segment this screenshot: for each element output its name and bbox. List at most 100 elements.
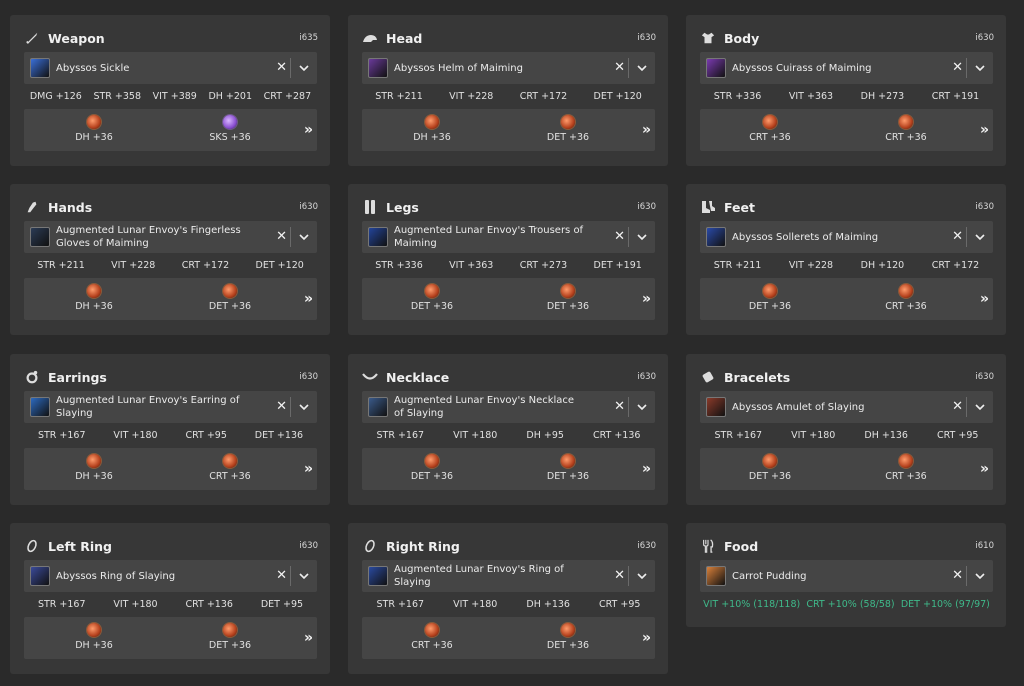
clear-item-button[interactable]: ✕ (276, 60, 287, 75)
chevron-down-icon[interactable] (973, 61, 987, 75)
slot-header: Body i630 (700, 28, 994, 48)
materia-icon (561, 284, 575, 298)
materia-slot[interactable]: DET +36 (402, 284, 462, 312)
chevron-down-icon[interactable] (297, 61, 311, 75)
materia-slot[interactable]: DET +36 (538, 623, 598, 651)
clear-item-button[interactable]: ✕ (952, 229, 963, 244)
gauntlet-icon (24, 199, 40, 215)
expand-materia-button[interactable]: » (980, 461, 989, 477)
expand-materia-button[interactable]: » (304, 461, 313, 477)
stat-value: DET +191 (593, 260, 642, 271)
materia-row: DH +36 DET +36 » (24, 278, 317, 320)
materia-label: CRT +36 (885, 471, 927, 482)
slot-header: Earrings i630 (24, 367, 318, 387)
materia-slot[interactable]: DH +36 (64, 623, 124, 651)
chevron-down-icon[interactable] (635, 230, 649, 244)
chevron-down-icon[interactable] (635, 569, 649, 583)
stat-value: VIT +180 (791, 430, 836, 441)
item-selector[interactable]: Carrot Pudding ✕ (700, 560, 993, 592)
clear-item-button[interactable]: ✕ (952, 399, 963, 414)
item-selector[interactable]: Abyssos Ring of Slaying ✕ (24, 560, 317, 592)
item-selector[interactable]: Augmented Lunar Envoy's Earring of Slayi… (24, 391, 317, 423)
materia-label: CRT +36 (885, 132, 927, 143)
materia-icon (87, 284, 101, 298)
materia-slot[interactable]: DET +36 (538, 115, 598, 143)
slot-header: Necklace i630 (362, 367, 656, 387)
clear-item-button[interactable]: ✕ (952, 60, 963, 75)
item-selector[interactable]: Augmented Lunar Envoy's Trousers of Maim… (362, 221, 655, 253)
slot-title: Earrings (48, 369, 107, 385)
materia-slot[interactable]: DH +36 (64, 454, 124, 482)
chevron-down-icon[interactable] (635, 400, 649, 414)
clear-item-button[interactable]: ✕ (614, 229, 625, 244)
chevron-down-icon[interactable] (297, 400, 311, 414)
stat-value: CRT +172 (931, 260, 980, 271)
expand-materia-button[interactable]: » (642, 461, 651, 477)
materia-slot[interactable]: DET +36 (538, 454, 598, 482)
item-selector[interactable]: Augmented Lunar Envoy's Ring of Slaying … (362, 560, 655, 592)
materia-icon (899, 284, 913, 298)
item-thumbnail (706, 566, 726, 586)
item-selector[interactable]: Abyssos Amulet of Slaying ✕ (700, 391, 993, 423)
expand-materia-button[interactable]: » (304, 630, 313, 646)
gear-card-legs: Legs i630 Augmented Lunar Envoy's Trouse… (348, 184, 668, 335)
materia-slot[interactable]: CRT +36 (876, 115, 936, 143)
item-selector[interactable]: Augmented Lunar Envoy's Necklace of Slay… (362, 391, 655, 423)
materia-slot[interactable]: CRT +36 (402, 623, 462, 651)
materia-slot[interactable]: DET +36 (200, 284, 260, 312)
chevron-down-icon[interactable] (635, 61, 649, 75)
clear-item-button[interactable]: ✕ (276, 568, 287, 583)
item-selector[interactable]: Abyssos Cuirass of Maiming ✕ (700, 52, 993, 84)
clear-item-button[interactable]: ✕ (276, 399, 287, 414)
clear-item-button[interactable]: ✕ (614, 60, 625, 75)
expand-materia-button[interactable]: » (642, 122, 651, 138)
materia-slot[interactable]: DET +36 (740, 454, 800, 482)
materia-slot[interactable]: CRT +36 (200, 454, 260, 482)
item-selector[interactable]: Abyssos Sollerets of Maiming ✕ (700, 221, 993, 253)
materia-slot[interactable]: DH +36 (64, 115, 124, 143)
chevron-down-icon[interactable] (297, 230, 311, 244)
chevron-down-icon[interactable] (973, 230, 987, 244)
materia-row: DH +36 CRT +36 » (24, 448, 317, 490)
expand-materia-button[interactable]: » (642, 291, 651, 307)
stat-value: VIT +363 (449, 260, 494, 271)
item-thumbnail (706, 227, 726, 247)
materia-slot[interactable]: CRT +36 (876, 454, 936, 482)
stat-row: STR +211 VIT +228 CRT +172 DET +120 (362, 91, 655, 105)
gear-card-right_ring: Right Ring i630 Augmented Lunar Envoy's … (348, 523, 668, 674)
expand-materia-button[interactable]: » (304, 291, 313, 307)
item-name: Abyssos Sickle (56, 62, 130, 74)
expand-materia-button[interactable]: » (980, 122, 989, 138)
materia-slot[interactable]: DET +36 (538, 284, 598, 312)
chevron-down-icon[interactable] (973, 400, 987, 414)
clear-item-button[interactable]: ✕ (952, 568, 963, 583)
item-name: Augmented Lunar Envoy's Trousers of Maim… (394, 225, 584, 249)
clear-item-button[interactable]: ✕ (614, 568, 625, 583)
materia-icon (223, 284, 237, 298)
item-name: Abyssos Cuirass of Maiming (732, 62, 872, 74)
clear-item-button[interactable]: ✕ (276, 229, 287, 244)
materia-slot[interactable]: CRT +36 (876, 284, 936, 312)
stat-value: CRT +136 (185, 599, 233, 610)
materia-slot[interactable]: DET +36 (402, 454, 462, 482)
materia-slot[interactable]: DET +36 (200, 623, 260, 651)
item-name: Carrot Pudding (732, 570, 807, 582)
chevron-down-icon[interactable] (973, 569, 987, 583)
item-level: i630 (637, 33, 656, 43)
stat-value: DH +201 (208, 91, 253, 102)
materia-slot[interactable]: CRT +36 (740, 115, 800, 143)
item-selector[interactable]: Augmented Lunar Envoy's Fingerless Glove… (24, 221, 317, 253)
expand-materia-button[interactable]: » (980, 291, 989, 307)
chevron-down-icon[interactable] (297, 569, 311, 583)
item-selector[interactable]: Abyssos Sickle ✕ (24, 52, 317, 84)
item-selector[interactable]: Abyssos Helm of Maiming ✕ (362, 52, 655, 84)
item-thumbnail (706, 397, 726, 417)
clear-item-button[interactable]: ✕ (614, 399, 625, 414)
materia-slot[interactable]: DET +36 (740, 284, 800, 312)
gear-card-left_ring: Left Ring i630 Abyssos Ring of Slaying ✕… (10, 523, 330, 674)
materia-slot[interactable]: DH +36 (402, 115, 462, 143)
materia-slot[interactable]: SKS +36 (200, 115, 260, 143)
materia-slot[interactable]: DH +36 (64, 284, 124, 312)
expand-materia-button[interactable]: » (642, 630, 651, 646)
expand-materia-button[interactable]: » (304, 122, 313, 138)
